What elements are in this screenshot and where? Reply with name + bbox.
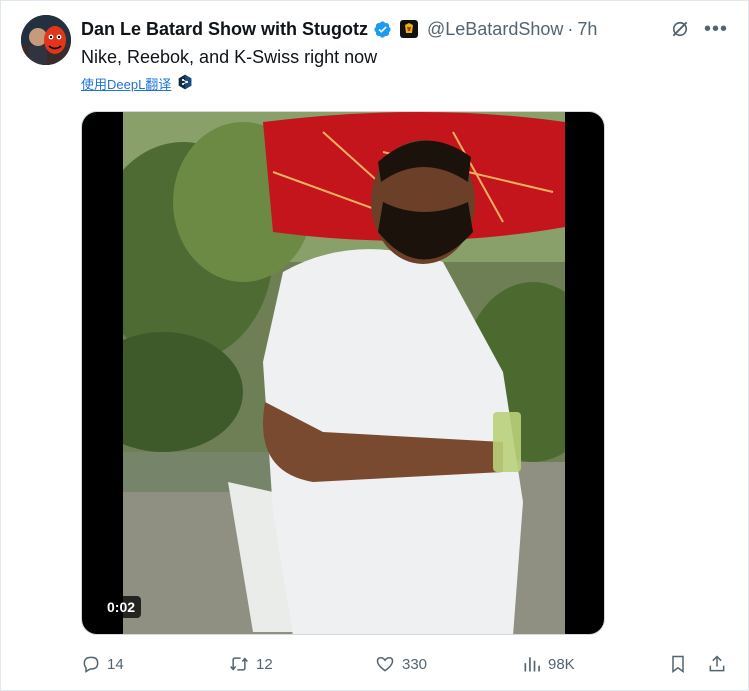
video-player[interactable]: 0:02 <box>81 111 605 635</box>
tweet-actions: 14 12 330 98K <box>81 649 729 679</box>
tweet-card[interactable]: Dan Le Batard Show with Stugotz @LeBatar… <box>0 0 749 691</box>
bookmark-icon <box>668 653 688 675</box>
video-timestamp: 0:02 <box>101 596 142 618</box>
translate-link[interactable]: 使用DeepL翻译 <box>81 74 171 93</box>
share-icon <box>707 653 727 675</box>
tweet-time[interactable]: 7h <box>577 19 597 40</box>
repost-count: 12 <box>256 655 273 673</box>
grok-icon[interactable] <box>670 19 690 39</box>
like-count: 330 <box>402 655 428 673</box>
heart-icon <box>374 654 396 674</box>
deepl-logo-icon <box>177 74 193 93</box>
affiliate-badge-icon[interactable] <box>399 19 419 39</box>
views-count: 98K <box>548 655 575 673</box>
repost-button[interactable]: 12 <box>228 654 273 674</box>
author-name[interactable]: Dan Le Batard Show with Stugotz <box>81 19 368 40</box>
author-avatar[interactable] <box>21 15 71 65</box>
views-chart-icon <box>522 654 542 674</box>
reply-count: 14 <box>107 655 124 673</box>
repost-icon <box>228 654 250 674</box>
translate-row: 使用DeepL翻译 <box>81 74 193 93</box>
tweet-header: Dan Le Batard Show with Stugotz @LeBatar… <box>81 16 728 42</box>
views-button[interactable]: 98K <box>522 654 575 674</box>
tweet-text: Nike, Reebok, and K-Swiss right now <box>81 47 378 67</box>
author-handle[interactable]: @LeBatardShow <box>427 19 563 40</box>
bookmark-button[interactable] <box>668 653 688 675</box>
reply-button[interactable]: 14 <box>81 654 124 674</box>
reply-icon <box>81 654 101 674</box>
video-frame[interactable] <box>123 112 565 634</box>
share-button[interactable] <box>707 653 727 675</box>
like-button[interactable]: 330 <box>374 654 427 674</box>
separator-dot: · <box>567 18 574 39</box>
verified-badge-icon[interactable] <box>373 20 392 39</box>
more-options-icon[interactable]: ••• <box>704 19 728 39</box>
